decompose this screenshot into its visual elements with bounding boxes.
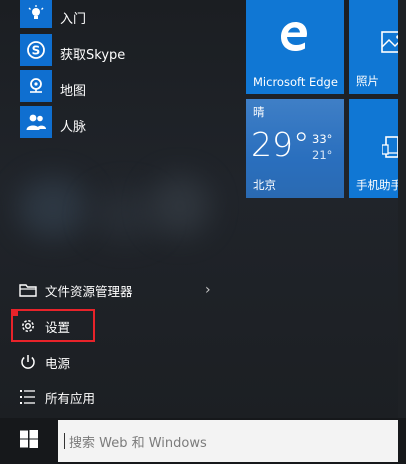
- skype-icon: S: [20, 34, 52, 66]
- scrollbar[interactable]: [398, 0, 406, 418]
- edge-tile-label: Microsoft Edge: [253, 75, 338, 89]
- list-icon: [19, 388, 37, 406]
- people-icon: [20, 106, 52, 138]
- photos-tile-label: 照片: [356, 74, 379, 88]
- weather-high: 33°: [312, 132, 333, 146]
- search-placeholder: 搜索 Web 和 Windows: [69, 435, 207, 451]
- weather-tile[interactable]: 晴 29° 33° 21° 北京: [246, 99, 344, 198]
- phone-tile-label: 手机助手: [356, 178, 402, 192]
- lightbulb-icon: [20, 0, 52, 28]
- start-left-column: 入门 S 获取Skype 地图 人脉 文件资源管理器 › 设置 电源 所有应用: [0, 0, 236, 418]
- blurred-region: [18, 178, 88, 238]
- app-item-get-started[interactable]: 入门: [0, 0, 236, 36]
- app-label: 获取Skype: [60, 48, 126, 63]
- app-item-skype[interactable]: S 获取Skype: [0, 32, 236, 68]
- blurred-region: [150, 176, 210, 236]
- power-icon: [19, 353, 37, 371]
- start-button[interactable]: [0, 418, 58, 464]
- app-label: 入门: [60, 12, 87, 27]
- taskbar: 搜索 Web 和 Windows: [0, 418, 406, 464]
- folder-icon: [19, 281, 37, 299]
- app-item-people[interactable]: 人脉: [0, 104, 236, 140]
- file-explorer-label: 文件资源管理器: [45, 283, 133, 299]
- file-explorer-item[interactable]: 文件资源管理器 ›: [0, 273, 236, 307]
- search-input[interactable]: 搜索 Web 和 Windows: [58, 420, 398, 462]
- edge-tile[interactable]: Microsoft Edge: [246, 0, 344, 94]
- weather-low: 21°: [312, 148, 333, 162]
- chevron-right-icon[interactable]: ›: [205, 282, 211, 298]
- weather-condition: 晴: [253, 105, 265, 119]
- edge-icon: [279, 20, 309, 56]
- power-label: 电源: [45, 355, 71, 371]
- settings-highlight-box: [11, 309, 95, 342]
- all-apps-item[interactable]: 所有应用: [0, 380, 236, 414]
- start-menu: 入门 S 获取Skype 地图 人脉 文件资源管理器 › 设置 电源 所有应用 …: [0, 0, 406, 418]
- maps-icon: [20, 70, 52, 102]
- text-cursor: [64, 433, 65, 449]
- blurred-region: [90, 190, 160, 240]
- all-apps-label: 所有应用: [45, 390, 96, 406]
- svg-text:S: S: [32, 44, 41, 58]
- windows-logo-icon: [20, 430, 38, 452]
- app-label: 人脉: [60, 120, 87, 135]
- power-item[interactable]: 电源: [0, 345, 236, 379]
- weather-temperature: 29°: [251, 125, 310, 164]
- app-item-maps[interactable]: 地图: [0, 68, 236, 104]
- weather-city: 北京: [253, 178, 276, 192]
- app-label: 地图: [60, 84, 87, 99]
